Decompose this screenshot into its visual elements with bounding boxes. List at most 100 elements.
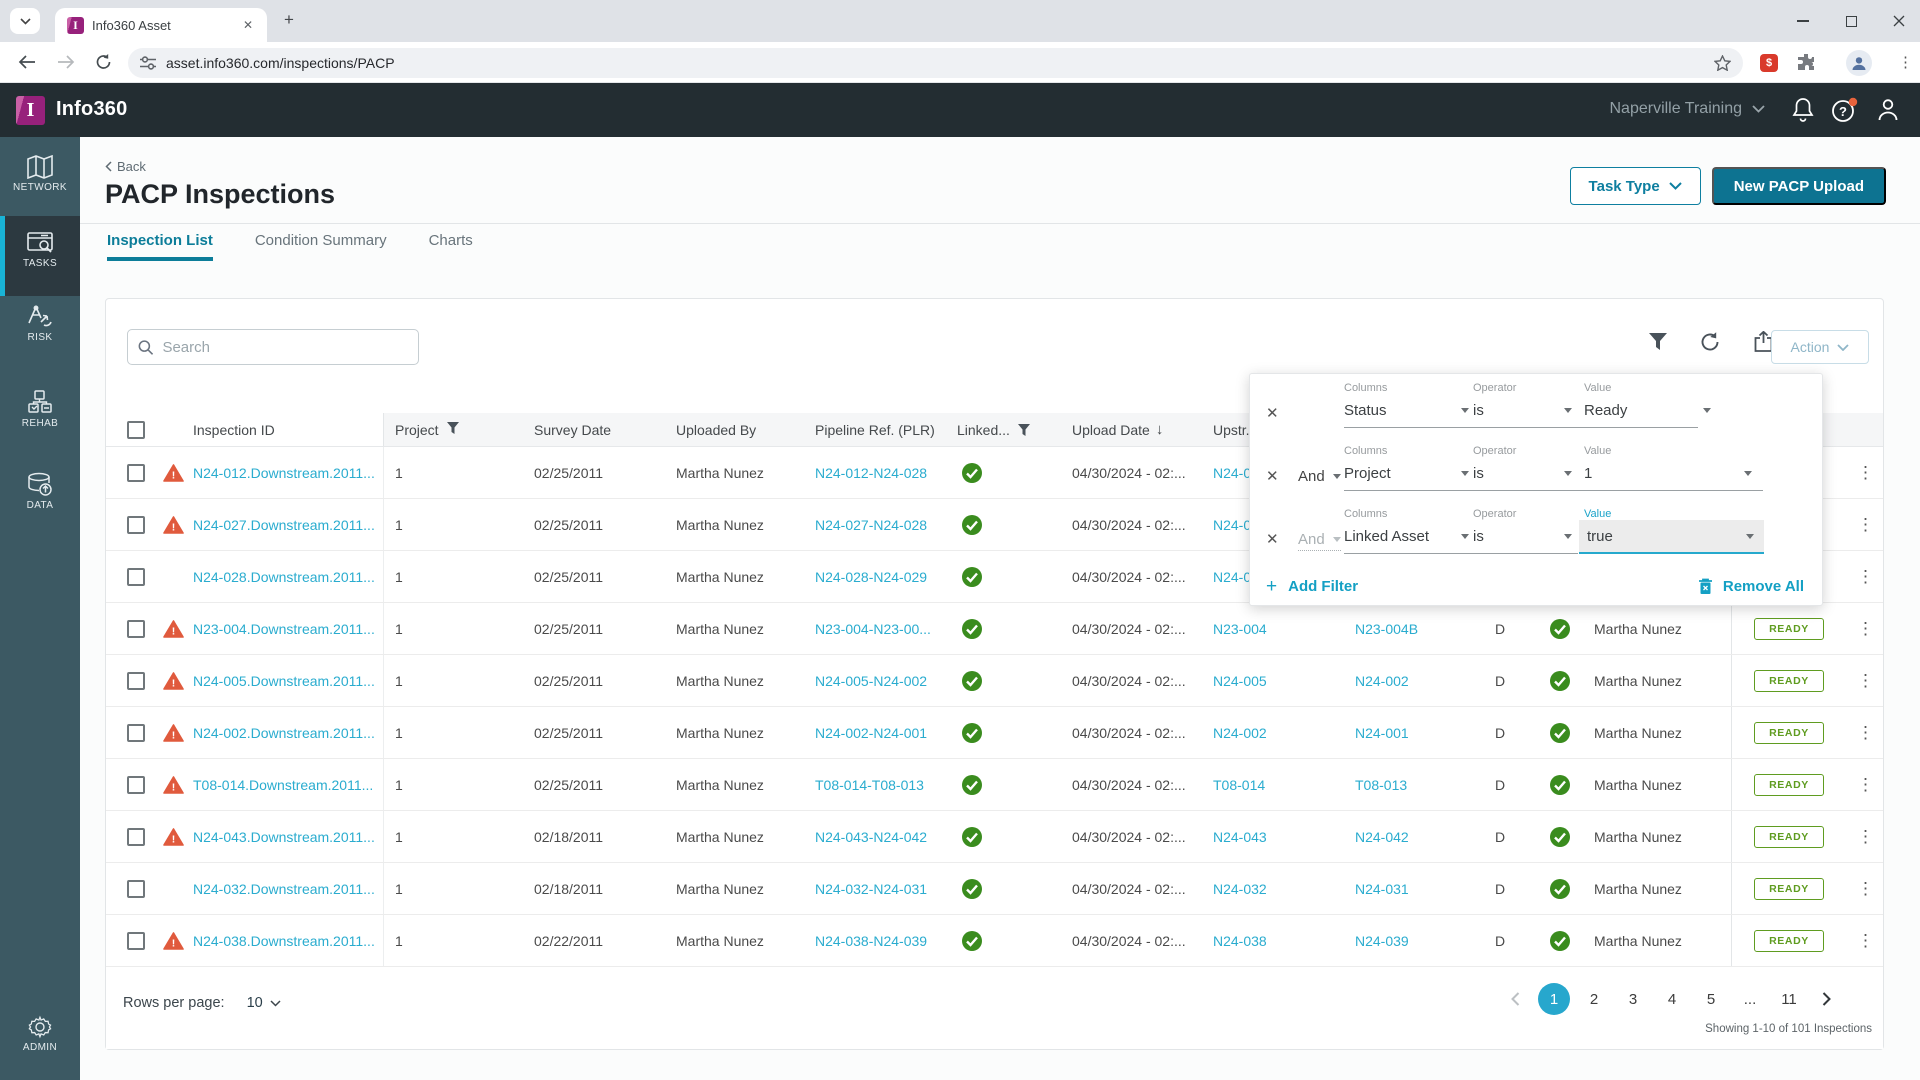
profile-avatar[interactable] (1846, 50, 1872, 76)
upstream-link[interactable]: N24-0 (1213, 465, 1251, 481)
org-selector[interactable]: Naperville Training (1609, 100, 1765, 118)
bookmark-star-icon[interactable] (1714, 55, 1731, 71)
back-link[interactable]: Back (105, 159, 146, 174)
col-inspection-id[interactable]: Inspection ID (161, 413, 384, 446)
tab-inspection-list[interactable]: Inspection List (107, 232, 213, 261)
inspection-id-link[interactable]: N24-005.Downstream.2011... (193, 673, 375, 689)
downstream-link[interactable]: N24-001 (1355, 725, 1409, 741)
upstream-link[interactable]: N24-032 (1213, 881, 1267, 897)
prev-page-icon[interactable] (1507, 992, 1524, 1006)
inspection-id-link[interactable]: N24-032.Downstream.2011... (193, 881, 375, 897)
upstream-link[interactable]: N24-005 (1213, 673, 1267, 689)
sidebar-item-risk[interactable]: RISK (0, 305, 80, 343)
user-account-icon[interactable] (1876, 97, 1900, 122)
col-project[interactable]: Project (384, 413, 534, 446)
filter-value-select[interactable]: 1 (1584, 465, 1752, 482)
back-nav-icon[interactable] (18, 55, 36, 69)
filter-value-select[interactable]: Ready (1584, 402, 1711, 419)
pipeline-ref-link[interactable]: T08-014-T08-013 (815, 777, 924, 793)
help-icon[interactable]: ? (1831, 97, 1858, 123)
rows-per-page-select[interactable]: 10 (247, 995, 281, 1011)
kebab-menu-icon[interactable]: ⋮ (1857, 671, 1874, 691)
pipeline-ref-link[interactable]: N24-043-N24-042 (815, 829, 927, 845)
filter-operator-select[interactable]: is (1473, 402, 1572, 419)
col-survey-date[interactable]: Survey Date (534, 413, 676, 446)
kebab-menu-icon[interactable]: ⋮ (1857, 619, 1874, 639)
filter-and-select[interactable]: And (1298, 468, 1341, 485)
row-checkbox[interactable] (127, 567, 145, 586)
upstream-link[interactable]: N24-043 (1213, 829, 1267, 845)
page-number[interactable]: 3 (1618, 991, 1648, 1008)
sidebar-item-rehab[interactable]: REHAB (0, 390, 80, 429)
extensions-puzzle-icon[interactable] (1797, 53, 1815, 71)
inspection-id-link[interactable]: T08-014.Downstream.2011... (193, 777, 373, 793)
inspection-id-link[interactable]: N24-038.Downstream.2011... (193, 933, 375, 949)
col-pipeline-ref[interactable]: Pipeline Ref. (PLR) (815, 413, 957, 446)
upstream-link[interactable]: N24-038 (1213, 933, 1267, 949)
browser-menu-icon[interactable]: ⋮ (1898, 53, 1913, 71)
window-minimize-button[interactable] (1780, 0, 1826, 42)
remove-filter-icon[interactable]: ✕ (1266, 404, 1279, 422)
new-pacp-upload-button[interactable]: New PACP Upload (1711, 167, 1886, 205)
reload-icon[interactable] (95, 54, 112, 71)
inspection-id-link[interactable]: N23-004.Downstream.2011... (193, 621, 375, 637)
row-checkbox[interactable] (127, 671, 145, 690)
forward-nav-icon[interactable] (57, 55, 75, 69)
inspection-id-link[interactable]: N24-012.Downstream.2011... (193, 465, 375, 481)
filter-column-select[interactable]: Linked Asset (1344, 528, 1469, 545)
inspection-id-link[interactable]: N24-002.Downstream.2011... (193, 725, 375, 741)
row-checkbox[interactable] (127, 931, 145, 950)
pipeline-ref-link[interactable]: N24-002-N24-001 (815, 725, 927, 741)
add-filter-button[interactable]: + Add Filter (1266, 576, 1358, 598)
refresh-icon[interactable] (1700, 331, 1721, 352)
inspection-id-link[interactable]: N24-028.Downstream.2011... (193, 569, 375, 585)
filter-column-select[interactable]: Status (1344, 402, 1469, 419)
upstream-link[interactable]: N24-002 (1213, 725, 1267, 741)
select-all-checkbox[interactable] (127, 420, 145, 439)
filter-operator-select[interactable]: is (1473, 528, 1572, 545)
downstream-link[interactable]: T08-013 (1355, 777, 1407, 793)
filter-icon[interactable] (1649, 333, 1667, 350)
next-page-icon[interactable] (1818, 992, 1835, 1006)
page-number[interactable]: 4 (1657, 991, 1687, 1008)
remove-filter-icon[interactable]: ✕ (1266, 467, 1279, 485)
sidebar-item-data[interactable]: DATA (0, 472, 80, 511)
filter-operator-select[interactable]: is (1473, 465, 1572, 482)
pipeline-ref-link[interactable]: N24-028-N24-029 (815, 569, 927, 585)
pipeline-ref-link[interactable]: N23-004-N23-00... (815, 621, 931, 637)
tab-charts[interactable]: Charts (429, 232, 473, 261)
col-linked[interactable]: Linked... (957, 413, 1072, 446)
window-close-button[interactable] (1876, 0, 1920, 42)
inspection-id-link[interactable]: N24-043.Downstream.2011... (193, 829, 375, 845)
upstream-link[interactable]: N23-004 (1213, 621, 1267, 637)
col-upload-date[interactable]: Upload Date ↓ (1072, 413, 1213, 446)
downstream-link[interactable]: N24-039 (1355, 933, 1409, 949)
pipeline-ref-link[interactable]: N24-005-N24-002 (815, 673, 927, 689)
filter-column-select[interactable]: Project (1344, 465, 1469, 482)
url-bar[interactable]: asset.info360.com/inspections/PACP (128, 48, 1743, 78)
kebab-menu-icon[interactable]: ⋮ (1857, 931, 1874, 951)
kebab-menu-icon[interactable]: ⋮ (1857, 723, 1874, 743)
pipeline-ref-link[interactable]: N24-032-N24-031 (815, 881, 927, 897)
page-number[interactable]: 2 (1579, 991, 1609, 1008)
filter-and-select[interactable]: And (1298, 531, 1341, 551)
filter-value-select-focused[interactable]: true (1579, 520, 1764, 554)
page-number[interactable]: 11 (1774, 991, 1804, 1008)
row-checkbox[interactable] (127, 515, 145, 534)
search-input[interactable] (162, 338, 408, 356)
sidebar-item-network[interactable]: NETWORK (0, 155, 80, 193)
search-box[interactable] (127, 329, 419, 365)
new-tab-button[interactable]: + (284, 10, 294, 30)
upstream-link[interactable]: N24-0 (1213, 569, 1251, 585)
kebab-menu-icon[interactable]: ⋮ (1857, 463, 1874, 483)
extension-badge-icon[interactable]: $ (1760, 54, 1778, 72)
tab-close-icon[interactable]: ✕ (239, 16, 257, 34)
kebab-menu-icon[interactable]: ⋮ (1857, 567, 1874, 587)
col-uploaded-by[interactable]: Uploaded By (676, 413, 815, 446)
action-button[interactable]: Action (1771, 330, 1869, 364)
remove-filter-icon[interactable]: ✕ (1266, 530, 1279, 548)
row-checkbox[interactable] (127, 723, 145, 742)
window-maximize-button[interactable] (1828, 0, 1874, 42)
kebab-menu-icon[interactable]: ⋮ (1857, 879, 1874, 899)
downstream-link[interactable]: N23-004B (1355, 621, 1418, 637)
